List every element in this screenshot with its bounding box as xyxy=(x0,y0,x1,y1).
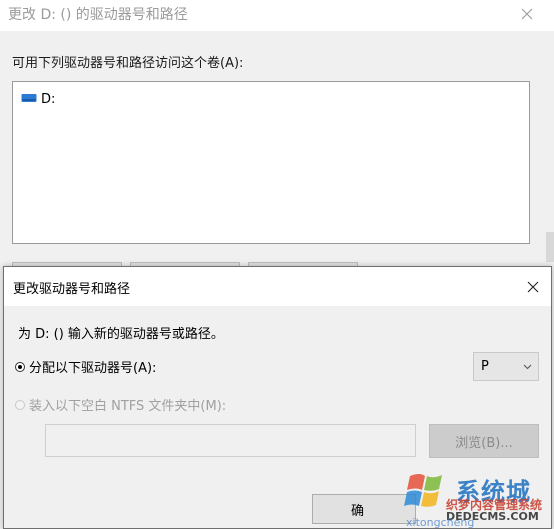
background-title-bar: 更改 D: () 的驱动器号和路径 xyxy=(0,0,554,31)
ok-button-label: 确 xyxy=(351,503,365,519)
assign-radio-button[interactable] xyxy=(15,361,25,372)
volume-paths-label: 可用下列驱动器号和路径访问这个卷(A): xyxy=(12,56,244,71)
ok-button[interactable]: 确 xyxy=(312,494,416,524)
mount-option-label: 装入以下空白 NTFS 文件夹中(M): xyxy=(29,399,227,414)
drive-letter-select[interactable]: P xyxy=(473,352,539,381)
change-drive-letter-dialog: 更改驱动器号和路径 为 D: () 输入新的驱动器号或路径。 分配以下驱动器号(… xyxy=(3,266,552,529)
close-icon[interactable] xyxy=(512,0,542,28)
mount-folder-option[interactable]: 装入以下空白 NTFS 文件夹中(M): xyxy=(15,395,226,414)
close-icon[interactable] xyxy=(519,274,547,300)
assign-drive-letter-option[interactable]: 分配以下驱动器号(A): xyxy=(15,357,156,376)
list-item-label: D: xyxy=(41,91,56,107)
browse-button[interactable]: 浏览(B)... xyxy=(429,424,539,458)
window-edge xyxy=(546,232,554,262)
drive-icon xyxy=(21,92,37,107)
background-dialog-title: 更改 D: () 的驱动器号和路径 xyxy=(8,7,188,23)
dialog-title: 更改驱动器号和路径 xyxy=(13,282,131,297)
mount-radio-button[interactable] xyxy=(15,399,25,410)
drive-letter-value: P xyxy=(481,359,489,374)
volume-paths-list[interactable]: D: xyxy=(12,81,530,244)
assign-option-label: 分配以下驱动器号(A): xyxy=(29,361,157,376)
folder-path-input[interactable] xyxy=(45,424,416,457)
dialog-title-bar: 更改驱动器号和路径 xyxy=(4,267,551,306)
chevron-down-icon xyxy=(523,364,532,370)
list-item[interactable]: D: xyxy=(21,91,55,107)
instruction-text: 为 D: () 输入新的驱动器号或路径。 xyxy=(18,327,224,342)
